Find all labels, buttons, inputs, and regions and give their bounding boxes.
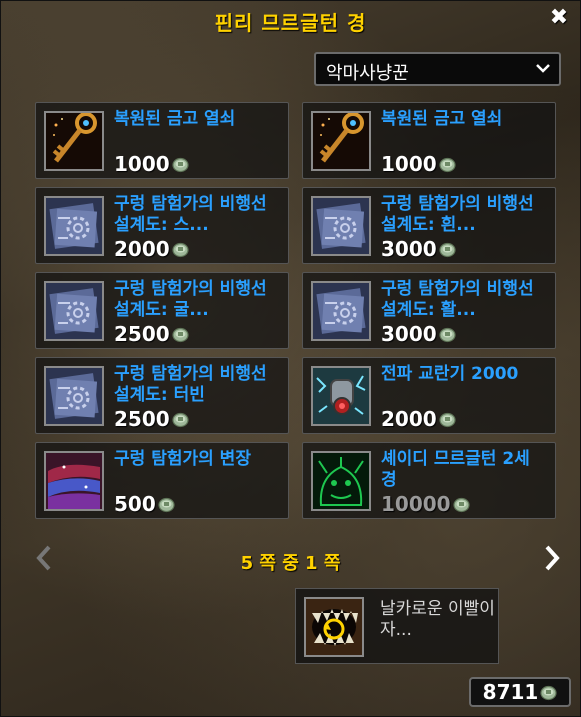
blueprint-icon	[44, 366, 104, 426]
murloc-pet-icon	[311, 451, 371, 511]
item-name: 구렁 탐험가의 비행선 설계도: 활...	[381, 279, 534, 320]
coin-icon	[172, 412, 189, 427]
item-price-amount: 10000	[381, 492, 451, 516]
filter-selected-value: 악마사냥꾼	[326, 63, 409, 84]
item-price-amount: 3000	[381, 322, 437, 346]
blueprint-icon	[44, 196, 104, 256]
item-price: 1000	[114, 153, 189, 175]
blueprint-icon	[44, 281, 104, 341]
next-page-icon[interactable]	[539, 543, 565, 573]
currency-amount: 8711	[482, 680, 539, 704]
item-price-amount: 500	[114, 492, 156, 516]
item-price-amount: 2500	[114, 322, 170, 346]
item-price-amount: 2500	[114, 407, 170, 431]
sharp-teeth-icon	[304, 597, 364, 657]
coin-icon	[172, 242, 189, 257]
item-name: 구렁 탐험가의 변장	[114, 449, 251, 469]
window-title: 핀리 므르글턴 경	[214, 11, 367, 35]
close-button[interactable]: ✖	[548, 7, 570, 29]
vendor-item-slot[interactable]: 셰이디 므르글턴 2세 경 10000	[302, 442, 556, 519]
item-name: 셰이디 므르글턴 2세 경	[381, 449, 530, 490]
coin-icon	[158, 497, 175, 512]
buyback-item-name: 날카로운 이빨이 자...	[380, 599, 495, 640]
golden-key-icon	[44, 111, 104, 171]
close-icon: ✖	[549, 5, 569, 30]
item-price: 500	[114, 493, 175, 515]
coin-icon	[439, 412, 456, 427]
item-name: 전파 교란기 2000	[381, 364, 519, 384]
buyback-slot[interactable]: 날카로운 이빨이 자...	[295, 588, 499, 664]
disguise-cloth-icon	[44, 451, 104, 511]
item-name: 구렁 탐험가의 비행선 설계도: 흰...	[381, 194, 534, 235]
item-price: 3000	[381, 238, 456, 260]
item-price: 10000	[381, 493, 470, 515]
vendor-window: 핀리 므르글턴 경 ✖ 악마사냥꾼 복원된 금고 열쇠 1000 복원된 금고 열쇠…	[0, 0, 581, 717]
vendor-item-slot[interactable]: 구렁 탐험가의 변장 500	[35, 442, 289, 519]
coin-icon	[172, 157, 189, 172]
coin-icon	[452, 497, 470, 512]
item-price: 2000	[114, 238, 189, 260]
vendor-item-slot[interactable]: 복원된 금고 열쇠 1000	[35, 102, 289, 179]
item-price-amount: 1000	[381, 152, 437, 176]
item-price: 1000	[381, 153, 456, 175]
blueprint-icon	[311, 281, 371, 341]
item-price: 2500	[114, 408, 189, 430]
coin-icon	[172, 327, 189, 342]
item-name: 복원된 금고 열쇠	[381, 109, 503, 129]
item-price: 2000	[381, 408, 456, 430]
item-price-amount: 1000	[114, 152, 170, 176]
item-price-amount: 2000	[114, 237, 170, 261]
golden-key-icon	[311, 111, 371, 171]
item-price-amount: 3000	[381, 237, 437, 261]
signal-jammer-icon	[311, 366, 371, 426]
blueprint-icon	[311, 196, 371, 256]
coin-icon	[439, 327, 456, 342]
coin-icon	[439, 157, 456, 172]
item-price: 3000	[381, 323, 456, 345]
vendor-item-slot[interactable]: 복원된 금고 열쇠 1000	[302, 102, 556, 179]
item-name: 구렁 탐험가의 비행선 설계도: 스...	[114, 194, 267, 235]
item-name: 구렁 탐험가의 비행선 설계도: 굴...	[114, 279, 267, 320]
page-indicator: 5 쪽 중 1 쪽	[240, 553, 341, 574]
chevron-down-icon	[536, 64, 550, 73]
item-name: 구렁 탐험가의 비행선 설계도: 터빈	[114, 364, 267, 405]
vendor-item-slot[interactable]: 구렁 탐험가의 비행선 설계도: 굴... 2500	[35, 272, 289, 349]
coin-icon	[540, 685, 557, 700]
item-name: 복원된 금고 열쇠	[114, 109, 236, 129]
coin-icon	[439, 242, 456, 257]
item-price-amount: 2000	[381, 407, 437, 431]
vendor-item-slot[interactable]: 구렁 탐험가의 비행선 설계도: 스... 2000	[35, 187, 289, 264]
item-price: 2500	[114, 323, 189, 345]
filter-dropdown[interactable]: 악마사냥꾼	[314, 52, 561, 86]
vendor-item-slot[interactable]: 구렁 탐험가의 비행선 설계도: 흰... 3000	[302, 187, 556, 264]
currency-display: 8711	[469, 677, 571, 707]
vendor-item-slot[interactable]: 구렁 탐험가의 비행선 설계도: 활... 3000	[302, 272, 556, 349]
vendor-item-slot[interactable]: 전파 교란기 2000 2000	[302, 357, 556, 434]
vendor-item-slot[interactable]: 구렁 탐험가의 비행선 설계도: 터빈 2500	[35, 357, 289, 434]
